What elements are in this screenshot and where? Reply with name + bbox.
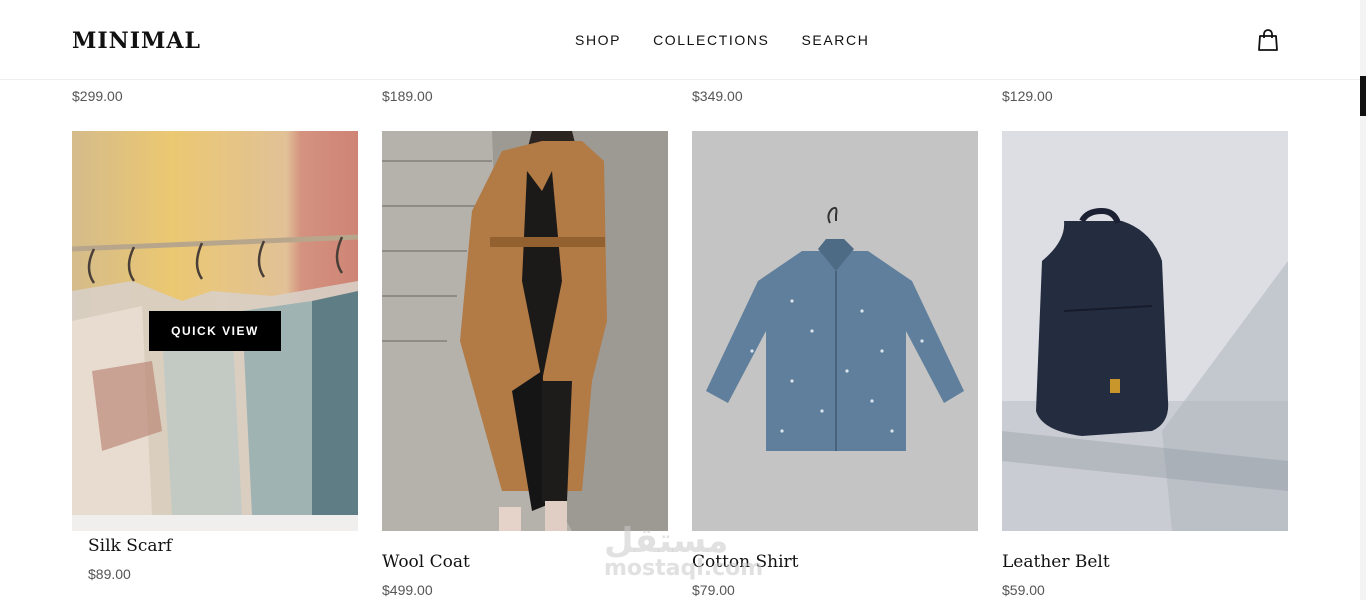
scrollbar-thumb[interactable] <box>1360 76 1366 116</box>
product-card-leather-belt[interactable]: Leather Belt $59.00 <box>1002 131 1288 598</box>
quick-view-button[interactable]: QUICK VIEW <box>149 311 281 351</box>
product-price: $129.00 <box>1002 88 1053 104</box>
nav-collections[interactable]: COLLECTIONS <box>653 32 769 48</box>
product-card-silk-scarf[interactable]: QUICK VIEW Silk Scarf $89.00 <box>72 131 358 582</box>
nav-search[interactable]: SEARCH <box>801 32 869 48</box>
watermark-arabic: مستقل <box>604 521 729 561</box>
nav-shop[interactable]: SHOP <box>575 32 621 48</box>
product-price: $499.00 <box>382 582 433 598</box>
product-price: $89.00 <box>88 566 131 582</box>
logo[interactable]: MINIMAL <box>72 28 201 54</box>
product-image[interactable]: QUICK VIEW <box>72 131 358 515</box>
watermark-url: mostaql.com <box>604 556 764 581</box>
product-name[interactable]: Leather Belt <box>1002 552 1288 572</box>
product-price: $79.00 <box>692 582 735 598</box>
product-image[interactable] <box>692 131 978 531</box>
product-image[interactable] <box>1002 131 1288 531</box>
product-price: $59.00 <box>1002 582 1045 598</box>
watermark: مستقل mostaql.com <box>604 524 763 580</box>
product-name[interactable]: Silk Scarf <box>72 536 358 556</box>
product-price: $349.00 <box>692 88 743 104</box>
image-hover-strip <box>72 515 358 531</box>
product-image[interactable] <box>382 131 668 531</box>
shopping-bag-icon[interactable] <box>1256 28 1280 52</box>
main-nav: SHOP COLLECTIONS SEARCH <box>575 32 869 48</box>
product-price: $299.00 <box>72 88 123 104</box>
product-price: $189.00 <box>382 88 433 104</box>
site-header: MINIMAL SHOP COLLECTIONS SEARCH <box>0 0 1360 80</box>
